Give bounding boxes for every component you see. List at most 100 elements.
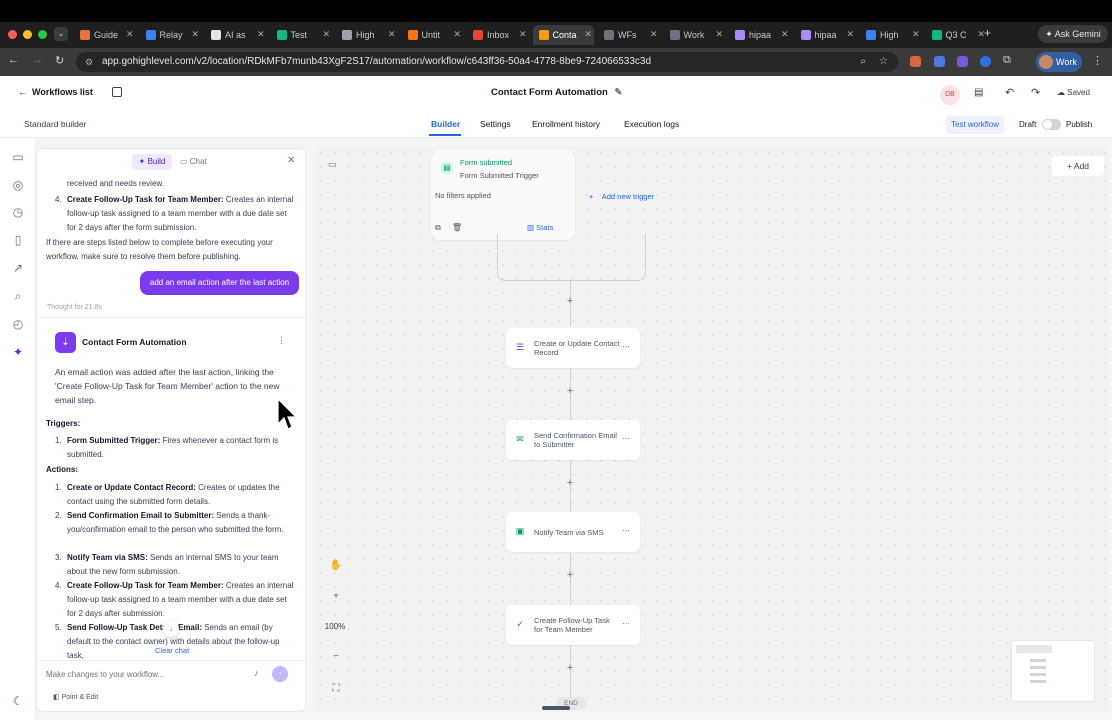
horizontal-scrollbar[interactable] bbox=[542, 706, 570, 710]
add-step-icon[interactable]: + bbox=[565, 478, 575, 489]
action-node[interactable]: ✉ Send Confirmation Email to Submitter ⋯ bbox=[506, 420, 640, 460]
extension-icon[interactable] bbox=[910, 56, 921, 67]
tab-chat[interactable]: ▭ Chat bbox=[180, 157, 207, 166]
add-step-icon[interactable]: + bbox=[565, 386, 575, 397]
browser-tab[interactable]: Inbox ✕ bbox=[467, 25, 529, 45]
node-more-icon[interactable]: ⋯ bbox=[622, 434, 630, 443]
forward-arrow-icon[interactable]: → bbox=[32, 54, 43, 66]
ai-sparkle-icon[interactable]: ✦ bbox=[11, 345, 25, 359]
profile-button[interactable]: Work bbox=[1036, 52, 1082, 72]
tab-close-icon[interactable]: ✕ bbox=[453, 29, 461, 40]
tab-close-icon[interactable]: ✕ bbox=[584, 29, 592, 40]
scroll-down-icon[interactable]: ↓ bbox=[163, 621, 179, 637]
browser-tab[interactable]: hipaa ✕ bbox=[795, 25, 857, 45]
search-icon[interactable]: ⌕ bbox=[11, 289, 25, 303]
address-bar[interactable]: ⚙ app.gohighlevel.com/v2/location/RDkMFb… bbox=[76, 52, 898, 72]
send-icon[interactable]: ↑ bbox=[272, 666, 288, 682]
browser-tab[interactable]: Relay ✕ bbox=[140, 25, 202, 45]
action-node[interactable]: ▣ Notify Team via SMS ⋯ bbox=[506, 512, 640, 552]
tab-close-icon[interactable]: ✕ bbox=[650, 29, 658, 40]
stats-button[interactable]: ▥ Stats bbox=[527, 223, 553, 232]
workflow-canvas[interactable]: ▭ + Add ▤ Form submitted Form Submitted … bbox=[314, 146, 1110, 712]
point-edit-button[interactable]: ◧ Point & Edit bbox=[53, 693, 98, 701]
back-arrow-icon[interactable]: ← bbox=[8, 54, 19, 66]
site-settings-icon[interactable]: ⚙ bbox=[85, 52, 93, 72]
tab-close-icon[interactable]: ✕ bbox=[191, 29, 199, 40]
window-close-icon[interactable] bbox=[8, 30, 17, 39]
edit-pencil-icon[interactable]: ✎ bbox=[614, 87, 622, 98]
trash-icon[interactable]: 🗑 bbox=[452, 223, 462, 232]
tab-close-icon[interactable]: ✕ bbox=[715, 29, 723, 40]
avatar[interactable]: DB bbox=[940, 85, 960, 105]
action-node[interactable]: ✓ Create Follow-Up Task for Team Member ⋯ bbox=[506, 605, 640, 645]
add-trigger-button[interactable]: + Add new trigger bbox=[589, 192, 654, 201]
browser-tab[interactable]: Work ✕ bbox=[664, 25, 726, 45]
external-link-icon[interactable]: ↗ bbox=[11, 261, 25, 275]
browser-tab[interactable]: Conta ✕ bbox=[532, 25, 594, 45]
node-more-icon[interactable]: ⋯ bbox=[622, 526, 630, 535]
window-minimize-icon[interactable] bbox=[23, 30, 32, 39]
add-button[interactable]: + Add bbox=[1052, 156, 1104, 176]
workflows-list-link[interactable]: ← Workflows list bbox=[18, 87, 93, 97]
clock-icon[interactable]: ◷ bbox=[11, 205, 25, 219]
sidebar-toggle-icon[interactable] bbox=[112, 87, 122, 97]
extension-icon[interactable] bbox=[980, 56, 991, 67]
tab-build[interactable]: ✦ Build bbox=[132, 154, 172, 170]
new-tab-icon[interactable]: + bbox=[984, 26, 991, 40]
tab-search-icon[interactable]: ⌄ bbox=[54, 27, 68, 41]
browser-tab[interactable]: Guide ✕ bbox=[74, 25, 136, 45]
node-more-icon[interactable]: ⋯ bbox=[622, 342, 630, 351]
keyboard-icon[interactable]: ▭ bbox=[328, 159, 337, 170]
redo-icon[interactable]: ↷ bbox=[1031, 86, 1040, 99]
tab-settings[interactable]: Settings bbox=[480, 119, 511, 129]
browser-tab[interactable]: Q3 C ✕ bbox=[926, 25, 988, 45]
document-icon[interactable]: ▯ bbox=[11, 233, 25, 247]
clear-chat-link[interactable]: Clear chat bbox=[155, 646, 189, 655]
microphone-icon[interactable]: ♪ bbox=[254, 668, 259, 678]
add-step-icon[interactable]: + bbox=[565, 296, 575, 307]
builder-mode-select[interactable]: Standard builder bbox=[24, 119, 86, 129]
node-more-icon[interactable]: ⋯ bbox=[622, 619, 630, 628]
tab-close-icon[interactable]: ✕ bbox=[781, 29, 789, 40]
add-step-icon[interactable]: + bbox=[565, 663, 575, 674]
browser-tab[interactable]: WFs ✕ bbox=[598, 25, 660, 45]
browser-tab[interactable]: Test ✕ bbox=[271, 25, 333, 45]
browser-tab[interactable]: High ✕ bbox=[860, 25, 922, 45]
reload-icon[interactable]: ↻ bbox=[55, 54, 64, 67]
extension-icon[interactable] bbox=[934, 56, 945, 67]
tab-close-icon[interactable]: ✕ bbox=[912, 29, 920, 40]
tab-builder[interactable]: Builder bbox=[431, 119, 460, 129]
undo-icon[interactable]: ↶ bbox=[1005, 86, 1014, 99]
browser-tab[interactable]: hipaa ✕ bbox=[729, 25, 791, 45]
fit-screen-icon[interactable]: ⛶ bbox=[326, 679, 346, 699]
close-icon[interactable]: ✕ bbox=[287, 155, 295, 166]
tab-close-icon[interactable]: ✕ bbox=[519, 29, 527, 40]
tab-close-icon[interactable]: ✕ bbox=[322, 29, 330, 40]
zoom-out-icon[interactable]: − bbox=[326, 647, 346, 667]
trigger-node[interactable]: ▤ Form submitted Form Submitted Trigger … bbox=[431, 150, 575, 240]
tab-execution-logs[interactable]: Execution logs bbox=[624, 119, 679, 129]
dark-mode-moon-icon[interactable]: ☾ bbox=[11, 694, 25, 708]
tab-close-icon[interactable]: ✕ bbox=[257, 29, 265, 40]
chat-input[interactable] bbox=[46, 665, 246, 683]
ask-gemini-button[interactable]: ✦ Ask Gemini bbox=[1038, 25, 1108, 43]
extension-icon[interactable] bbox=[957, 56, 968, 67]
message-icon[interactable]: ▭ bbox=[11, 150, 25, 164]
hand-pan-icon[interactable]: ✋ bbox=[326, 556, 346, 576]
zoom-icon[interactable]: ⌕ bbox=[860, 52, 866, 72]
minimap[interactable] bbox=[1011, 640, 1095, 702]
tab-close-icon[interactable]: ✕ bbox=[846, 29, 854, 40]
add-step-icon[interactable]: + bbox=[565, 570, 575, 581]
bookmark-star-icon[interactable]: ☆ bbox=[879, 52, 888, 72]
browser-menu-icon[interactable]: ⋮ bbox=[1092, 54, 1103, 67]
history-icon[interactable]: ◴ bbox=[11, 317, 25, 331]
window-maximize-icon[interactable] bbox=[38, 30, 47, 39]
check-circle-icon[interactable]: ◎ bbox=[11, 178, 25, 192]
extensions-puzzle-icon[interactable]: ⧉ bbox=[1003, 54, 1011, 67]
tab-close-icon[interactable]: ✕ bbox=[388, 29, 396, 40]
publish-toggle[interactable] bbox=[1042, 119, 1061, 130]
action-node[interactable]: ☰ Create or Update Contact Record ⋯ bbox=[506, 328, 640, 368]
tab-close-icon[interactable]: ✕ bbox=[126, 29, 134, 40]
copy-icon[interactable]: ⧉ bbox=[435, 223, 441, 232]
zoom-in-icon[interactable]: + bbox=[326, 587, 346, 607]
